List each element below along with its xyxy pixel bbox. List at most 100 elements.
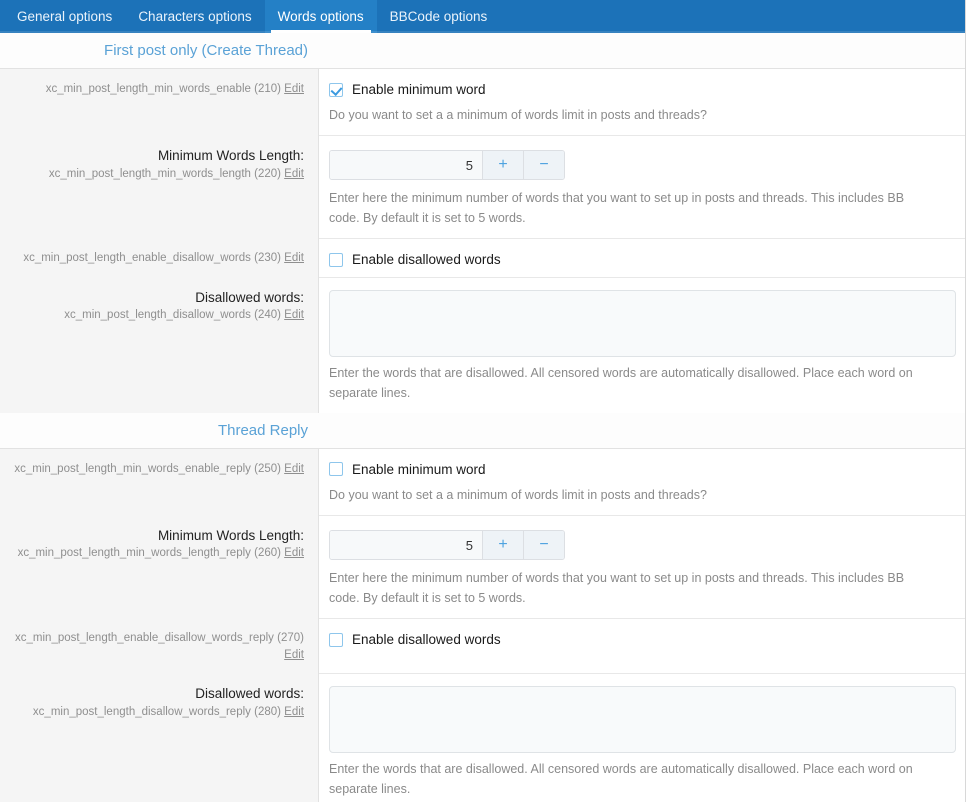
checkbox-row[interactable]: Enable disallowed words (329, 251, 954, 267)
help-text: Do you want to set a a minimum of words … (329, 487, 707, 502)
checkbox-label[interactable]: Enable disallowed words (352, 632, 501, 647)
option-row: xc_min_post_length_min_words_enable (210… (0, 69, 965, 136)
option-key: xc_min_post_length_enable_disallow_words (23, 252, 251, 265)
checkbox-row[interactable]: Enable minimum word (329, 81, 954, 97)
option-key: xc_min_post_length_enable_disallow_words… (15, 632, 274, 644)
option-label-cell: Disallowed words: xc_min_post_length_disa… (0, 277, 319, 413)
options-page: General options Characters options Words o… (0, 0, 966, 802)
option-key-line: xc_min_post_length_enable_disallow_words… (10, 630, 304, 663)
edit-link[interactable]: Edit (284, 83, 304, 95)
checkbox-row[interactable]: Enable disallowed words (329, 631, 954, 647)
option-field-cell: Enable minimum word Do you want to set a … (319, 69, 965, 136)
tab-characters-options[interactable]: Characters options (125, 0, 264, 33)
edit-link[interactable]: Edit (284, 547, 304, 559)
section-header: Thread Reply (0, 412, 965, 449)
option-label-cell: Disallowed words: xc_min_post_length_disa… (0, 673, 319, 802)
option-key: xc_min_post_length_min_words_enable_repl… (14, 462, 251, 475)
option-field-cell: Enable disallowed words (319, 618, 965, 674)
edit-link[interactable]: Edit (284, 649, 304, 661)
tab-general-options[interactable]: General options (4, 0, 125, 33)
option-label-cell: Minimum Words Length: xc_min_post_length_… (0, 515, 319, 618)
help-text: Do you want to set a a minimum of words … (329, 108, 707, 122)
option-key-line: xc_min_post_length_disallow_words (240) … (10, 307, 304, 324)
stepper-increment-button[interactable]: + (482, 531, 523, 560)
disallowed-words-textarea[interactable] (329, 290, 956, 358)
option-id: (250) (254, 462, 281, 475)
help-text: Enter the words that are disallowed. All… (329, 366, 913, 400)
option-label-title: Disallowed words: (195, 686, 304, 702)
option-key: xc_min_post_length_disallow_words_reply (32, 705, 251, 718)
option-key: xc_min_post_length_min_words_enable (45, 83, 251, 95)
tab-words-options[interactable]: Words options (264, 0, 377, 33)
option-id: (270) (277, 632, 304, 644)
option-row: Disallowed words: xc_min_post_length_disa… (0, 277, 965, 413)
option-field-cell: Enable disallowed words (319, 238, 965, 278)
option-row: Minimum Words Length: xc_min_post_length_… (0, 515, 965, 618)
stepper-decrement-button[interactable]: − (523, 531, 564, 560)
option-key: xc_min_post_length_disallow_words (64, 309, 251, 322)
option-row: xc_min_post_length_enable_disallow_words… (0, 238, 965, 278)
number-stepper[interactable]: +− (329, 150, 565, 181)
edit-link[interactable]: Edit (284, 309, 304, 321)
tab-label: General options (17, 8, 113, 24)
tab-bar: General options Characters options Words o… (0, 0, 965, 33)
edit-link[interactable]: Edit (284, 168, 304, 180)
help-text: Enter the words that are disallowed. All… (329, 762, 913, 796)
checkbox-label[interactable]: Enable minimum word (352, 462, 486, 477)
tab-label: Characters options (138, 8, 252, 24)
option-row: Disallowed words: xc_min_post_length_disa… (0, 673, 965, 802)
option-label-title: Disallowed words: (195, 290, 304, 306)
checkbox-unchecked-icon[interactable] (329, 632, 343, 647)
option-id: (230) (254, 252, 281, 265)
option-label-cell: xc_min_post_length_enable_disallow_words… (0, 238, 319, 278)
option-label-cell: xc_min_post_length_enable_disallow_words… (0, 618, 319, 674)
option-label-title: Minimum Words Length: (157, 528, 304, 544)
option-key-line: xc_min_post_length_min_words_length (220… (10, 166, 304, 183)
option-key-line: xc_min_post_length_min_words_enable (210… (10, 81, 304, 98)
option-label-cell: xc_min_post_length_min_words_enable_repl… (0, 448, 319, 516)
number-stepper[interactable]: +− (329, 530, 565, 561)
stepper-decrement-button[interactable]: − (523, 151, 564, 180)
section-title: Thread Reply (217, 421, 308, 439)
option-id: (260) (254, 547, 281, 560)
option-key-line: xc_min_post_length_min_words_length_repl… (10, 545, 304, 562)
option-field-cell: Enable minimum word Do you want to set a … (319, 448, 965, 516)
tab-label: Words options (277, 8, 364, 24)
section-header: First post only (Create Thread) (0, 33, 965, 69)
checkbox-row[interactable]: Enable minimum word (329, 461, 954, 477)
option-row: Minimum Words Length: xc_min_post_length_… (0, 135, 965, 239)
checkbox-label[interactable]: Enable minimum word (352, 82, 486, 97)
option-row: xc_min_post_length_enable_disallow_words… (0, 618, 965, 674)
option-label-cell: xc_min_post_length_min_words_enable (210… (0, 69, 319, 136)
help-text: Enter here the minimum number of words t… (329, 571, 905, 605)
option-id: (240) (254, 309, 281, 322)
checkbox-unchecked-icon[interactable] (329, 252, 343, 267)
checkbox-unchecked-icon[interactable] (329, 462, 343, 477)
option-field-cell: Enter the words that are disallowed. All… (319, 277, 965, 413)
option-id: (280) (254, 705, 281, 718)
disallowed-words-textarea[interactable] (329, 686, 956, 754)
tab-label: BBCode options (389, 8, 488, 24)
option-key-line: xc_min_post_length_min_words_enable_repl… (10, 461, 304, 478)
section-title: First post only (Create Thread) (104, 42, 308, 59)
sections-container: First post only (Create Thread) xc_min_po… (0, 33, 965, 802)
option-key-line: xc_min_post_length_disallow_words_reply … (10, 704, 304, 721)
edit-link[interactable]: Edit (284, 463, 304, 475)
option-row: xc_min_post_length_min_words_enable_repl… (0, 448, 965, 516)
stepper-increment-button[interactable]: + (482, 151, 523, 180)
tab-bbcode-options[interactable]: BBCode options (377, 0, 501, 33)
option-label-title: Minimum Words Length: (157, 148, 304, 164)
option-key: xc_min_post_length_min_words_length (48, 167, 251, 180)
minimum-words-input[interactable] (330, 531, 482, 560)
checkbox-checked-icon[interactable] (329, 82, 343, 97)
option-field-cell: Enter the words that are disallowed. All… (319, 673, 965, 802)
option-field-cell: +− Enter here the minimum number of words… (319, 135, 965, 239)
minimum-words-input[interactable] (330, 151, 482, 180)
option-label-cell: Minimum Words Length: xc_min_post_length_… (0, 135, 319, 239)
edit-link[interactable]: Edit (284, 706, 304, 718)
option-field-cell: +− Enter here the minimum number of words… (319, 515, 965, 618)
edit-link[interactable]: Edit (284, 252, 304, 264)
option-id: (210) (254, 83, 281, 95)
option-id: (220) (254, 167, 281, 180)
checkbox-label[interactable]: Enable disallowed words (352, 252, 501, 267)
